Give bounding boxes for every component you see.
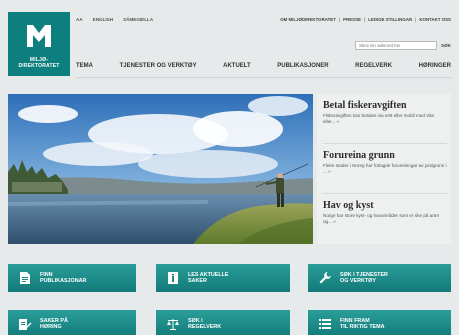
nav-item-regelverk[interactable]: REGELVERK [355, 63, 392, 69]
tile-label: SAKER PÅ HØRING [40, 318, 68, 331]
tile-label: SØK I TJENESTER OG VERKTØY [340, 272, 388, 285]
nav-item-horinger[interactable]: HØRINGER [419, 63, 451, 69]
news-description: Norge har store kyst- og havområder som … [323, 213, 440, 224]
news-item[interactable]: Betal fiskeravgiften Fiskeravgiften kan … [323, 100, 447, 124]
list-icon [319, 319, 331, 329]
wrench-icon [319, 272, 331, 284]
page: MILJØ- DIREKTORATET AA ENGLISH SÁMEGIELL… [0, 0, 459, 335]
article-icon [168, 272, 178, 284]
news-panel: Betal fiskeravgiften Fiskeravgiften kan … [317, 94, 451, 244]
lang-link-samegiella[interactable]: SÁMEGIELLA [123, 17, 153, 22]
link-separator: | [338, 17, 341, 22]
news-title[interactable]: Forureina grunn [323, 150, 447, 161]
tile-label: LES AKTUELLE SAKER [188, 272, 229, 285]
news-title[interactable]: Hav og kyst [323, 200, 447, 211]
tile-find-topic[interactable]: FINN FRAM TIL RIKTIG TEMA [308, 310, 451, 335]
news-description: Fleire stader i Noreg har forlagde forur… [323, 163, 447, 174]
utility-links: OM MILJØDIREKTORATET | PRESSE | LEDIGE S… [280, 17, 451, 22]
nav-item-tema[interactable]: TEMA [76, 63, 93, 69]
nav-divider [76, 77, 451, 78]
logo-text: MILJØ- DIREKTORATET [18, 57, 59, 69]
nav-item-tjenester[interactable]: TJENESTER OG VERKTØY [120, 63, 197, 69]
news-divider [323, 143, 447, 144]
search-button[interactable]: SØK [441, 43, 451, 48]
link-jobs[interactable]: LEDIGE STILLINGAR [368, 17, 412, 22]
lang-link-english[interactable]: ENGLISH [93, 17, 113, 22]
main-nav: TEMA TJENESTER OG VERKTØY AKTUELT PUBLIK… [76, 63, 451, 69]
tile-search-regulations[interactable]: SØK I REGELVERK [156, 310, 290, 335]
tile-label-line2: SAKER [188, 278, 207, 284]
tile-label-line2: REGELVERK [188, 324, 222, 330]
tile-label-line2: TIL RIKTIG TEMA [340, 324, 385, 330]
link-contact[interactable]: KONTAKT OSS [419, 17, 451, 22]
tile-hearings[interactable]: SAKER PÅ HØRING [8, 310, 136, 335]
language-bar: AA ENGLISH SÁMEGIELLA [76, 17, 153, 22]
tile-label: FINN PUBLIKASJONAR [40, 272, 86, 285]
news-item[interactable]: Hav og kyst Norge har store kyst- og hav… [323, 200, 447, 224]
search-input[interactable] [355, 41, 438, 50]
tile-label-line2: HØRING [40, 324, 62, 330]
news-description: Fiskeravgiften kan betales via nett elle… [323, 113, 434, 124]
logo-text-line2: DIREKTORATET [18, 63, 60, 69]
hero-image[interactable] [8, 94, 313, 244]
news-title[interactable]: Betal fiskeravgiften [323, 100, 447, 111]
edit-document-icon [19, 319, 32, 330]
link-about[interactable]: OM MILJØDIREKTORATET [280, 17, 336, 22]
lang-link-aa[interactable]: AA [76, 17, 83, 22]
document-icon [20, 272, 30, 284]
tile-search-services[interactable]: SØK I TJENESTER OG VERKTØY [308, 264, 451, 292]
news-divider [323, 193, 447, 194]
link-separator: | [363, 17, 366, 22]
nav-item-aktuelt[interactable]: AKTUELT [223, 63, 251, 69]
nav-item-publikasjoner[interactable]: PUBLIKASJONER [277, 63, 328, 69]
news-item[interactable]: Forureina grunn Fleire stader i Noreg ha… [323, 150, 447, 174]
tile-read-news[interactable]: LES AKTUELLE SAKER [156, 264, 290, 292]
scales-icon [167, 319, 179, 330]
tile-label-line2: PUBLIKASJONAR [40, 278, 87, 284]
link-press[interactable]: PRESSE [343, 17, 361, 22]
logo-mark-icon [27, 25, 51, 47]
tile-label: SØK I REGELVERK [188, 318, 221, 331]
tile-find-publications[interactable]: FINN PUBLIKASJONAR [8, 264, 136, 292]
tile-label-line2: OG VERKTØY [340, 278, 376, 284]
tile-label: FINN FRAM TIL RIKTIG TEMA [340, 318, 385, 331]
search-bar: SØK [355, 41, 451, 50]
hero-landscape-illustration [8, 94, 313, 244]
site-logo[interactable]: MILJØ- DIREKTORATET [8, 12, 70, 76]
link-separator: | [415, 17, 417, 22]
